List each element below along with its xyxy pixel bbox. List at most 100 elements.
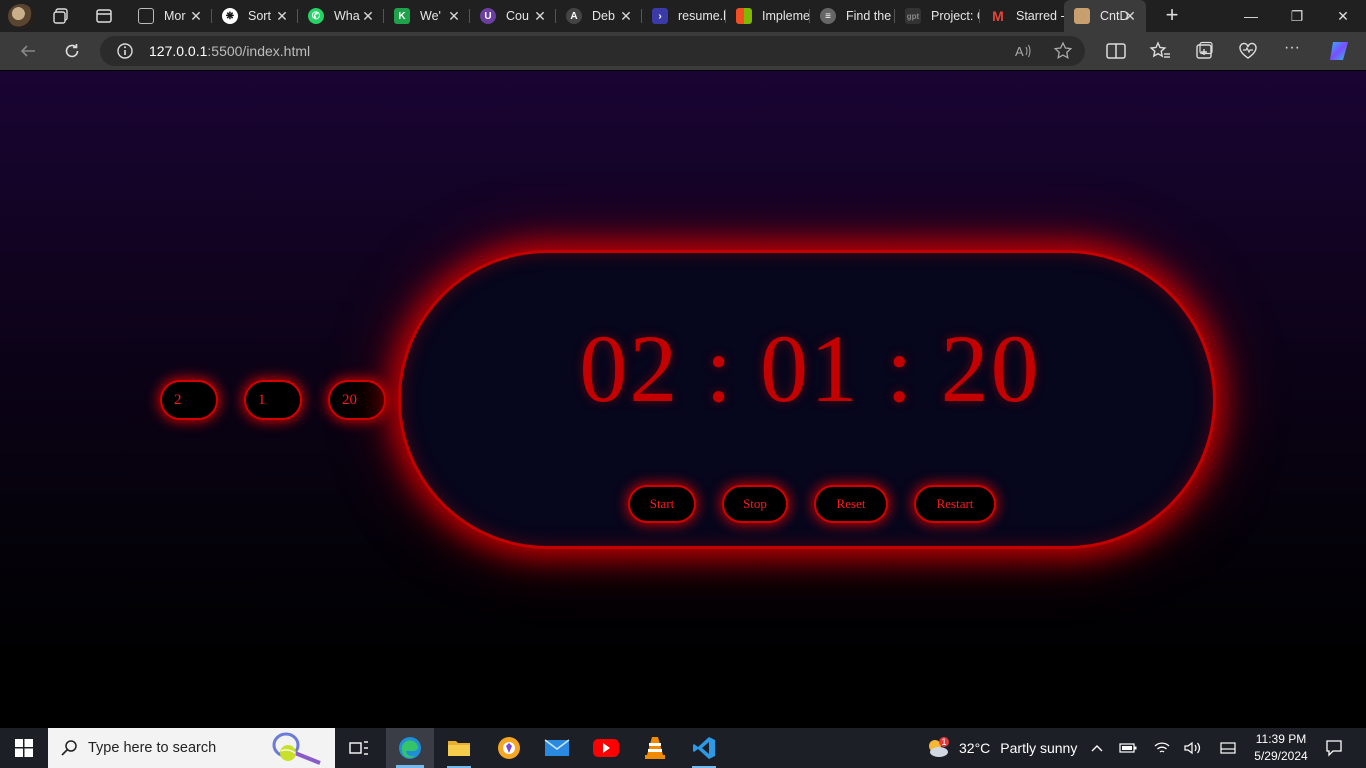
back-button[interactable] — [14, 38, 42, 64]
browser-tab[interactable]: A Deb ✕ — [556, 0, 642, 32]
weather-badge: 1 — [941, 737, 947, 747]
browser-tab[interactable]: K We' ✕ — [384, 0, 470, 32]
tab-title: Deb — [592, 9, 615, 23]
tab-title: Find the — [846, 9, 892, 23]
close-tab-icon[interactable]: ✕ — [446, 8, 462, 24]
read-aloud-icon[interactable]: A — [1013, 41, 1033, 61]
task-view-icon — [349, 741, 368, 755]
browser-tab[interactable]: ✆ Wha ✕ — [298, 0, 384, 32]
browser-tab-strip: Mor ✕ ❋ Sort ✕ ✆ Wha ✕ K We' ✕ U Cou ✕ A… — [0, 0, 1366, 32]
restart-button[interactable]: Restart — [914, 485, 996, 523]
gmail-icon: M — [992, 8, 1004, 24]
battery-icon — [1119, 743, 1137, 753]
svg-text:A: A — [1015, 44, 1024, 59]
url-text[interactable]: 127.0.0.1:5500/index.html — [149, 43, 310, 59]
taskbar-search-box[interactable]: Type here to search — [48, 728, 335, 768]
task-view-button[interactable] — [335, 728, 383, 768]
refresh-button[interactable] — [58, 38, 86, 64]
close-tab-icon[interactable]: ✕ — [618, 8, 634, 24]
settings-more-button[interactable]: ··· — [1281, 40, 1303, 61]
input-indicator-button[interactable] — [1216, 728, 1240, 768]
minimize-button[interactable]: — — [1228, 0, 1274, 32]
close-tab-icon[interactable]: ✕ — [188, 8, 204, 24]
minutes-input[interactable]: 1 — [244, 380, 302, 420]
tab-actions-icon[interactable] — [95, 7, 113, 25]
edge-icon — [399, 737, 421, 759]
file-explorer-button[interactable] — [435, 728, 483, 768]
favorite-star-icon[interactable] — [1053, 41, 1073, 61]
new-tab-button[interactable]: + — [1160, 4, 1184, 28]
code-icon: › — [652, 8, 668, 24]
keyboard-layout-icon — [1220, 742, 1236, 754]
weather-widget[interactable]: 1 32°C Partly sunny — [925, 728, 1077, 768]
search-placeholder: Type here to search — [88, 740, 217, 756]
tab-title: Project: C — [931, 9, 980, 23]
notifications-button[interactable] — [1322, 728, 1346, 768]
split-screen-icon[interactable] — [1105, 41, 1127, 61]
document-icon — [138, 8, 154, 24]
close-tab-icon[interactable]: ✕ — [274, 8, 290, 24]
battery-button[interactable] — [1116, 728, 1140, 768]
volume-button[interactable] — [1181, 728, 1205, 768]
favorites-icon[interactable] — [1149, 41, 1171, 61]
reset-button[interactable]: Reset — [814, 485, 888, 523]
browser-tab-active[interactable]: CntD ✕ — [1064, 0, 1146, 32]
youtube-button[interactable] — [582, 728, 630, 768]
site-info-icon[interactable] — [116, 42, 134, 60]
close-tab-icon[interactable]: ✕ — [360, 8, 376, 24]
start-button[interactable] — [0, 728, 48, 768]
shield-icon: U — [480, 8, 496, 24]
profile-avatar[interactable] — [8, 4, 34, 28]
collections-icon[interactable] — [1193, 41, 1215, 61]
tab-title: resume.lc — [678, 9, 726, 23]
taskbar-clock[interactable]: 11:39 PM 5/29/2024 — [1248, 731, 1314, 765]
notification-icon — [1326, 740, 1342, 757]
browser-essentials-icon[interactable] — [1237, 41, 1259, 61]
browser-tab[interactable]: ❋ Sort ✕ — [212, 0, 298, 32]
tab-list: Mor ✕ ❋ Sort ✕ ✆ Wha ✕ K We' ✕ U Cou ✕ A… — [128, 0, 1146, 32]
clock-date: 5/29/2024 — [1254, 749, 1308, 763]
address-bar[interactable]: 127.0.0.1:5500/index.html A — [100, 36, 1085, 66]
timer-display: 02 : 01 : 20 — [579, 315, 1041, 422]
refresh-icon — [65, 44, 79, 58]
seconds-input[interactable]: 20 — [328, 380, 386, 420]
a-logo-icon: A — [566, 8, 582, 24]
browser-tab[interactable]: M Starred - — [980, 0, 1064, 32]
close-tab-icon[interactable]: ✕ — [1122, 8, 1138, 24]
copilot-icon[interactable] — [1327, 40, 1351, 62]
search-icon — [61, 740, 77, 756]
network-button[interactable] — [1150, 728, 1174, 768]
mail-button[interactable] — [533, 728, 581, 768]
stop-button[interactable]: Stop — [722, 485, 788, 523]
page-viewport: 2 1 20 02 : 01 : 20 Start Stop Reset Res… — [0, 71, 1366, 728]
browser-toolbar: 127.0.0.1:5500/index.html A ··· — [0, 32, 1366, 70]
browser-tab[interactable]: ≡ Find the — [810, 0, 895, 32]
browser-tab[interactable]: gpt Project: C — [895, 0, 980, 32]
edge-taskbar-button[interactable] — [386, 728, 434, 768]
tab-title: We' — [420, 9, 441, 23]
brave-browser-button[interactable] — [485, 728, 533, 768]
workspaces-icon[interactable] — [52, 7, 70, 25]
restore-button[interactable]: ❐ — [1274, 0, 1320, 32]
speaker-icon — [1184, 741, 1201, 755]
hours-input[interactable]: 2 — [160, 380, 218, 420]
stack-icon: ≡ — [820, 8, 836, 24]
url-path: :5500/index.html — [207, 43, 311, 59]
browser-tab[interactable]: Mor ✕ — [128, 0, 212, 32]
chatgpt-icon: ❋ — [222, 8, 238, 24]
start-button[interactable]: Start — [628, 485, 696, 523]
close-window-button[interactable]: ✕ — [1320, 0, 1366, 32]
vscode-button[interactable] — [680, 728, 728, 768]
vlc-button[interactable] — [631, 728, 679, 768]
close-tab-icon[interactable]: ✕ — [532, 8, 548, 24]
browser-tab[interactable]: Impleme — [726, 0, 810, 32]
tab-title: Mor — [164, 9, 186, 23]
tab-title: Sort — [248, 9, 271, 23]
gpt-icon: gpt — [905, 8, 921, 24]
browser-tab[interactable]: U Cou ✕ — [470, 0, 556, 32]
timer-controls: Start Stop Reset Restart — [401, 485, 1219, 523]
clock-time: 11:39 PM — [1255, 732, 1307, 746]
show-hidden-icons-button[interactable] — [1086, 728, 1108, 768]
whatsapp-icon: ✆ — [308, 8, 324, 24]
browser-tab[interactable]: › resume.lc — [642, 0, 726, 32]
